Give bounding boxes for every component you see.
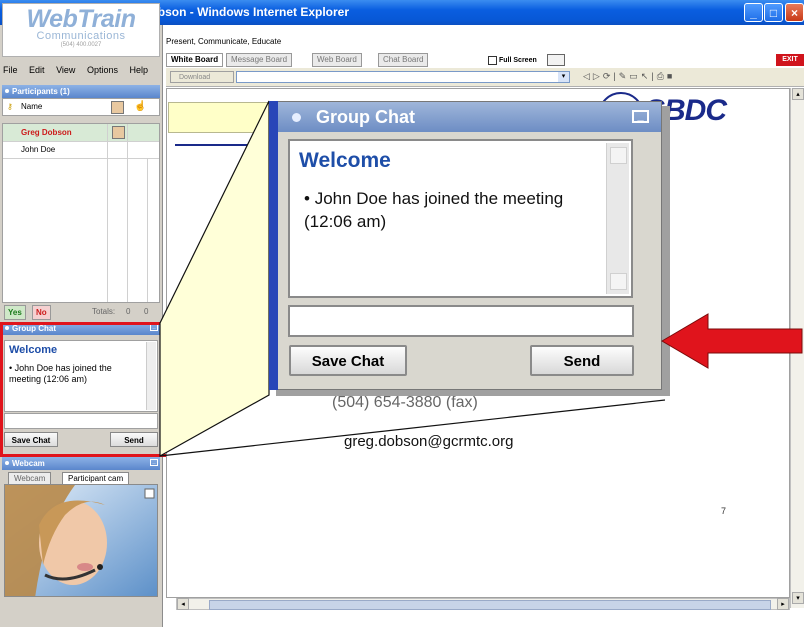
tagline: Present, Communicate, Educate <box>166 37 282 46</box>
chat-input-zoom[interactable] <box>288 305 634 337</box>
tab-chat-board[interactable]: Chat Board <box>378 53 429 67</box>
tool-icons: ◁▷⟳|✎▭↖|⎙■ <box>583 71 675 82</box>
scroll-left-icon[interactable]: ◂ <box>177 598 189 610</box>
participant-name: Greg Dobson <box>21 128 72 137</box>
logo-phone: (504) 400.0027 <box>60 42 102 48</box>
chevron-down-icon[interactable]: ▾ <box>558 72 569 82</box>
participant-cell <box>107 141 128 158</box>
webcam-image <box>5 485 157 596</box>
tab-web-board[interactable]: Web Board <box>312 53 362 67</box>
webcam-header: Webcam _ <box>2 457 160 470</box>
send-button[interactable]: Send <box>530 345 634 376</box>
key-icon: ⚷ <box>7 102 13 111</box>
column-divider <box>147 158 148 302</box>
highlight-frame <box>0 322 175 457</box>
checkbox-icon[interactable] <box>488 55 497 65</box>
participant-name: John Doe <box>21 145 56 154</box>
group-chat-zoom-header: Group Chat _ <box>278 102 661 132</box>
print-icon[interactable]: ⎙ <box>657 71 667 81</box>
full-screen-toggle[interactable]: Full Screen <box>488 54 565 66</box>
table-row[interactable]: Greg Dobson <box>3 124 159 142</box>
chat-bubble-icon <box>292 113 301 122</box>
back-icon[interactable]: ◁ <box>583 71 593 81</box>
maximize-button[interactable]: □ <box>764 3 783 22</box>
participant-cell <box>127 124 148 141</box>
menu-help[interactable]: Help <box>129 65 148 75</box>
red-arrow-icon <box>661 313 803 369</box>
menu-view[interactable]: View <box>56 65 75 75</box>
webtrain-logo: WebTrain Communications (504) 400.0027 <box>2 3 160 57</box>
menu-bar: File Edit View Options Help <box>3 65 163 81</box>
tab-white-board[interactable]: White Board <box>166 53 224 67</box>
scroll-up-icon[interactable]: ▴ <box>792 88 804 100</box>
page-icon[interactable]: ▭ <box>629 71 641 81</box>
save-chat-button[interactable]: Save Chat <box>289 345 407 376</box>
webcam-title: Webcam <box>12 459 45 468</box>
totals-label: Totals: <box>92 307 116 316</box>
scroll-right-icon[interactable]: ▸ <box>777 598 789 610</box>
table-row[interactable]: John Doe <box>3 141 159 159</box>
pointer-icon[interactable]: ↖ <box>641 71 652 81</box>
participant-cell <box>107 124 128 141</box>
yes-button[interactable]: Yes <box>4 305 26 320</box>
chat-scrollbar[interactable] <box>606 143 629 294</box>
menu-edit[interactable]: Edit <box>29 65 45 75</box>
participants-title: Participants (1) <box>12 87 70 96</box>
forward-icon[interactable]: ▷ <box>593 71 603 81</box>
scroll-down-icon[interactable]: ▾ <box>792 592 804 604</box>
chat-message: • John Doe has joined the meeting (12:06… <box>304 189 564 231</box>
zoom-edge <box>269 101 278 390</box>
raise-hand-icon[interactable]: ☝ <box>134 99 146 115</box>
chat-welcome: Welcome <box>299 149 391 172</box>
participants-list: Greg Dobson John Doe <box>2 123 160 303</box>
email-address: greg.dobson@gcrmtc.org <box>344 433 514 450</box>
webcam-tabs: Webcam Participant cam <box>4 472 160 485</box>
no-button[interactable]: No <box>32 305 51 320</box>
chat-log-zoom: Welcome • John Doe has joined the meetin… <box>288 139 633 298</box>
full-screen-label: Full Screen <box>499 56 537 64</box>
participants-column-header: ⚷ Name ☝ <box>2 98 160 116</box>
chat-message-text: John Doe has joined the meeting (12:06 a… <box>304 189 564 231</box>
minimize-icon[interactable]: _ <box>632 110 649 123</box>
save-icon[interactable]: ■ <box>667 71 675 81</box>
url-input[interactable]: ▾ <box>236 71 570 83</box>
slide-highlight <box>168 102 282 133</box>
slide-rule <box>175 144 270 146</box>
pen-icon[interactable]: ✎ <box>619 71 630 81</box>
totals-yes: 0 <box>126 307 131 316</box>
scroll-down-icon[interactable] <box>610 273 627 290</box>
participants-header: Participants (1) <box>2 85 160 98</box>
horizontal-scrollbar[interactable]: ◂ ▸ <box>176 598 790 610</box>
exit-button[interactable]: EXIT <box>776 54 804 66</box>
send-label: Send <box>563 353 601 370</box>
download-button[interactable]: Download <box>170 71 234 83</box>
save-chat-label: Save Chat <box>311 353 385 370</box>
person-icon <box>112 126 125 139</box>
screen-icon[interactable] <box>546 54 565 66</box>
column-divider <box>107 158 108 302</box>
bullet-icon <box>5 89 9 93</box>
presenter-icon[interactable] <box>111 101 124 114</box>
refresh-icon[interactable]: ⟳ <box>603 71 614 81</box>
scroll-thumb[interactable] <box>209 600 771 610</box>
column-divider <box>127 158 128 302</box>
name-column-label: Name <box>21 102 43 111</box>
menu-file[interactable]: File <box>3 65 18 75</box>
close-button[interactable]: × <box>785 3 804 22</box>
webcam-video <box>4 484 158 597</box>
menu-options[interactable]: Options <box>87 65 118 75</box>
scroll-up-icon[interactable] <box>610 147 627 164</box>
totals-no: 0 <box>144 307 149 316</box>
bullet-icon <box>5 461 9 465</box>
participant-cell <box>127 141 148 158</box>
group-chat-zoom-title: Group Chat <box>316 107 415 127</box>
tab-message-board[interactable]: Message Board <box>226 53 293 67</box>
fax-number: (504) 654-3880 (fax) <box>332 394 478 411</box>
minimize-icon[interactable]: _ <box>150 459 158 466</box>
vote-bar: Yes No Totals: 0 0 <box>2 303 160 321</box>
page-number: 7 <box>721 506 727 516</box>
minimize-button[interactable]: _ <box>744 3 763 22</box>
